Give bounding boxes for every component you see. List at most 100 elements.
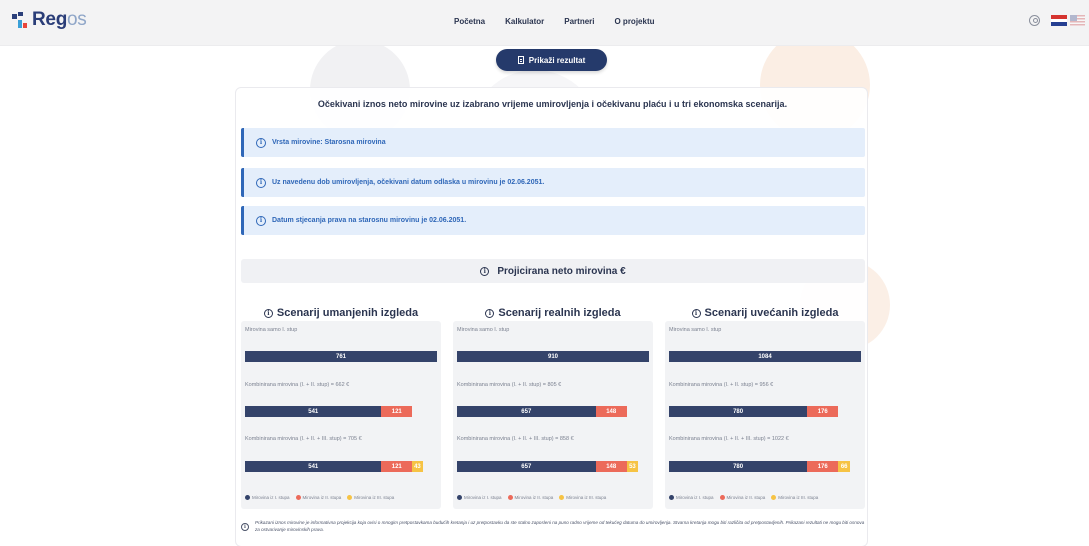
bar-segment-stup-1: 780 bbox=[669, 461, 808, 472]
chart-legend: Mirovina iz I. stupa Mirovina iz II. stup… bbox=[669, 495, 824, 500]
info-box-entitlement-date: i Datum stjecanja prava na starosnu miro… bbox=[241, 206, 865, 235]
bar-segment-stup-1: 657 bbox=[457, 406, 596, 417]
bar-label: Kombinirana mirovina (I. + II. stup) = 8… bbox=[457, 382, 562, 388]
result-card: Očekivani iznos neto mirovine uz izabran… bbox=[235, 87, 868, 546]
document-icon bbox=[517, 56, 524, 64]
legend-label: Mirovina iz I. stupa bbox=[252, 495, 290, 500]
info-icon: i bbox=[256, 137, 266, 148]
info-icon[interactable]: i bbox=[263, 308, 273, 318]
bar-segment-stup-1: 910 bbox=[457, 351, 649, 362]
legend-dot-icon bbox=[771, 495, 777, 500]
logo-text-part1: Reg bbox=[32, 9, 67, 30]
nav-pocetna[interactable]: Početna bbox=[454, 17, 485, 26]
nav-partneri[interactable]: Partneri bbox=[564, 17, 594, 26]
legend-label: Mirovina iz II. stupa bbox=[302, 495, 342, 500]
scenario-panel: Mirovina samo I. stup 761 Kombinirana miro… bbox=[241, 321, 441, 509]
bar-segment-stup-3: 53 bbox=[626, 461, 638, 472]
stacked-bar: 780 176 bbox=[669, 406, 839, 417]
legend-dot-icon bbox=[347, 495, 353, 500]
legend-dot-icon bbox=[295, 495, 301, 500]
info-text: Uz navedenu dob umirovljenja, očekivani … bbox=[272, 179, 545, 186]
legend-dot-icon bbox=[507, 495, 513, 500]
legend-dot-icon bbox=[719, 495, 725, 500]
stacked-bar: 657 148 53 bbox=[457, 461, 638, 472]
legend-label: Mirovina iz III. stupa bbox=[566, 495, 607, 500]
scenario-title-text: Scenarij umanjenih izgleda bbox=[276, 307, 419, 319]
user-icon[interactable] bbox=[1029, 15, 1040, 26]
bar-segment-stup-2: 176 bbox=[807, 406, 839, 417]
legend-label: Mirovina iz I. stupa bbox=[464, 495, 502, 500]
stacked-bar: 780 176 66 bbox=[669, 461, 850, 472]
bar-segment-stup-3: 43 bbox=[412, 461, 423, 472]
legend-item: Mirovina iz III. stupa bbox=[559, 495, 606, 500]
stacked-bar: 761 bbox=[245, 351, 437, 362]
legend-item: Mirovina iz II. stupa bbox=[719, 495, 766, 500]
stacked-bar: 657 148 bbox=[457, 406, 627, 417]
logo[interactable]: Regos bbox=[12, 9, 87, 31]
bar-label: Kombinirana mirovina (I. + II. + III. st… bbox=[245, 436, 362, 442]
info-icon[interactable]: i bbox=[480, 266, 490, 276]
info-text: Datum stjecanja prava na starosnu mirovi… bbox=[272, 217, 467, 224]
scenario-title-text: Scenarij uvećanih izgleda bbox=[704, 307, 839, 319]
scenario-title-optimistic: i Scenarij uvećanih izgleda bbox=[665, 307, 865, 319]
info-text: Vrsta mirovine: Starosna mirovina bbox=[272, 139, 386, 146]
bar-segment-stup-1: 761 bbox=[245, 351, 437, 362]
bar-segment-stup-2: 121 bbox=[381, 461, 412, 472]
legend-dot-icon bbox=[559, 495, 565, 500]
info-icon: i bbox=[256, 177, 266, 188]
stacked-bar: 541 121 43 bbox=[245, 461, 423, 472]
legend-dot-icon bbox=[245, 495, 250, 500]
info-icon[interactable]: i bbox=[691, 308, 701, 318]
nav-o-projektu[interactable]: O projektu bbox=[614, 17, 654, 26]
bar-label: Kombinirana mirovina (I. + II. stup) = 6… bbox=[245, 382, 350, 388]
bar-segment-stup-1: 541 bbox=[245, 461, 382, 472]
nav-kalkulator[interactable]: Kalkulator bbox=[505, 17, 544, 26]
stacked-bar: 910 bbox=[457, 351, 649, 362]
legend-dot-icon bbox=[669, 495, 674, 500]
bar-segment-stup-2: 148 bbox=[595, 461, 627, 472]
bar-segment-stup-1: 780 bbox=[669, 406, 808, 417]
bar-label: Kombinirana mirovina (I. + II. + III. st… bbox=[457, 436, 574, 442]
info-icon: i bbox=[241, 523, 249, 531]
stacked-bar: 541 121 bbox=[245, 406, 412, 417]
stacked-bar: 1084 bbox=[669, 351, 861, 362]
flag-hr-icon[interactable] bbox=[1051, 15, 1067, 27]
legend-item: Mirovina iz I. stupa bbox=[457, 495, 502, 500]
chart-legend: Mirovina iz I. stupa Mirovina iz II. stup… bbox=[457, 495, 612, 500]
bar-label: Mirovina samo I. stup bbox=[245, 327, 298, 333]
legend-dot-icon bbox=[457, 495, 462, 500]
scenario-panel: Mirovina samo I. stup 910 Kombinirana miro… bbox=[453, 321, 653, 509]
disclaimer: i Prikazani iznos mirovine je informativ… bbox=[241, 520, 865, 533]
show-result-button[interactable]: Prikaži rezultat bbox=[496, 49, 607, 71]
intro-text: Očekivani iznos neto mirovine uz izabran… bbox=[317, 99, 788, 109]
scenario-title-text: Scenarij realnih izgleda bbox=[498, 307, 621, 319]
bar-segment-stup-1: 541 bbox=[245, 406, 382, 417]
bar-segment-stup-3: 66 bbox=[838, 461, 850, 472]
bar-label: Kombinirana mirovina (I. + II. + III. st… bbox=[669, 436, 789, 442]
legend-item: Mirovina iz II. stupa bbox=[507, 495, 554, 500]
top-header: Regos Početna Kalkulator Partneri O proj… bbox=[0, 0, 1089, 46]
main-nav: Početna Kalkulator Partneri O projektu bbox=[454, 17, 675, 26]
chart-legend: Mirovina iz I. stupa Mirovina iz II. stup… bbox=[245, 495, 400, 500]
bar-segment-stup-2: 121 bbox=[381, 406, 412, 417]
info-box-retirement-date: i Uz navedenu dob umirovljenja, očekivan… bbox=[241, 168, 865, 197]
info-icon: i bbox=[256, 215, 266, 226]
logo-text-part2: os bbox=[67, 9, 87, 30]
info-box-pension-type: i Vrsta mirovine: Starosna mirovina bbox=[241, 128, 865, 157]
projection-title: Projicirana neto mirovina € bbox=[497, 265, 626, 277]
bar-label: Mirovina samo I. stup bbox=[669, 327, 722, 333]
legend-label: Mirovina iz II. stupa bbox=[514, 495, 554, 500]
bar-segment-stup-2: 148 bbox=[595, 406, 627, 417]
bar-segment-stup-2: 176 bbox=[807, 461, 839, 472]
legend-item: Mirovina iz III. stupa bbox=[347, 495, 394, 500]
legend-label: Mirovina iz III. stupa bbox=[778, 495, 819, 500]
legend-item: Mirovina iz I. stupa bbox=[669, 495, 714, 500]
bar-segment-stup-1: 657 bbox=[457, 461, 596, 472]
bar-label: Kombinirana mirovina (I. + II. stup) = 9… bbox=[669, 382, 774, 388]
scenario-panel: Mirovina samo I. stup 1084 Kombinirana mir… bbox=[665, 321, 865, 509]
disclaimer-text: Prikazani iznos mirovine je informativna… bbox=[255, 520, 865, 532]
info-icon[interactable]: i bbox=[485, 308, 495, 318]
legend-label: Mirovina iz II. stupa bbox=[726, 495, 766, 500]
logo-text: Regos bbox=[32, 9, 87, 31]
flag-en-icon[interactable] bbox=[1070, 15, 1085, 26]
